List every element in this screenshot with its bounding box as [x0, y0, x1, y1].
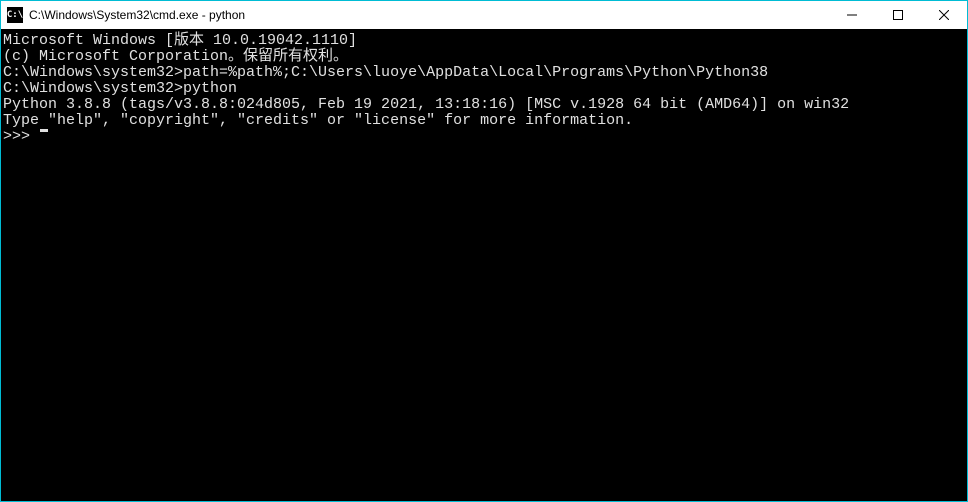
- close-button[interactable]: [921, 1, 967, 29]
- cmd-window: C:\ C:\Windows\System32\cmd.exe - python…: [0, 0, 968, 502]
- terminal-output-line: C:\Windows\system32>python: [3, 81, 965, 97]
- window-controls: [829, 1, 967, 29]
- terminal-output-line: Python 3.8.8 (tags/v3.8.8:024d805, Feb 1…: [3, 97, 965, 113]
- maximize-button[interactable]: [875, 1, 921, 29]
- cmd-icon: C:\: [7, 7, 23, 23]
- close-icon: [939, 10, 949, 20]
- terminal-output-line: Microsoft Windows [版本 10.0.19042.1110]: [3, 33, 965, 49]
- minimize-icon: [847, 10, 857, 20]
- terminal-output-line: C:\Windows\system32>path=%path%;C:\Users…: [3, 65, 965, 81]
- maximize-icon: [893, 10, 903, 20]
- minimize-button[interactable]: [829, 1, 875, 29]
- window-title: C:\Windows\System32\cmd.exe - python: [29, 8, 829, 22]
- terminal-prompt-line: >>>: [3, 129, 965, 145]
- terminal-area[interactable]: Microsoft Windows [版本 10.0.19042.1110] (…: [1, 29, 967, 501]
- terminal-output-line: (c) Microsoft Corporation。保留所有权利。: [3, 49, 965, 65]
- terminal-output-line: Type "help", "copyright", "credits" or "…: [3, 113, 965, 129]
- titlebar[interactable]: C:\ C:\Windows\System32\cmd.exe - python: [1, 1, 967, 29]
- python-prompt: >>>: [3, 129, 39, 145]
- cursor: [40, 129, 48, 132]
